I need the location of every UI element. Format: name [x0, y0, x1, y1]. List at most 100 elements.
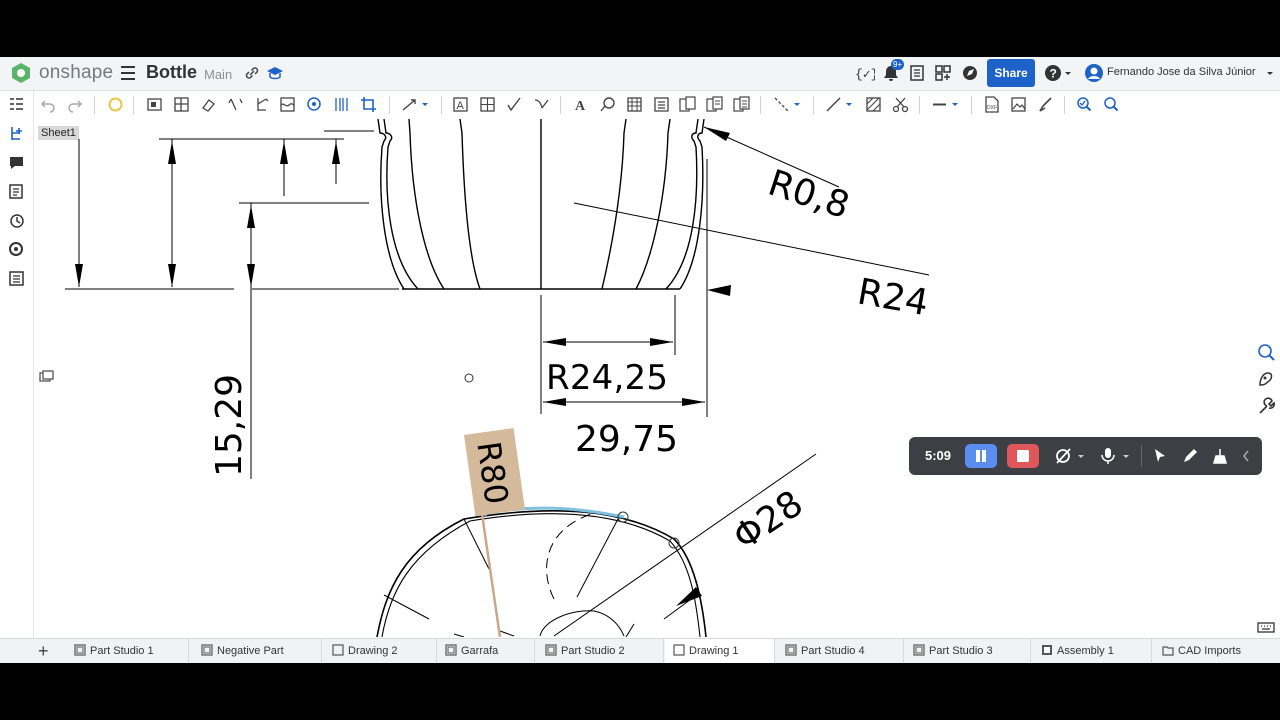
appearance-icon[interactable] — [1256, 369, 1276, 389]
branch-name[interactable]: Main — [204, 67, 232, 82]
check-drawing-icon[interactable] — [1076, 96, 1093, 113]
format-painter-icon[interactable] — [1037, 96, 1054, 113]
pause-button[interactable] — [965, 444, 997, 468]
microphone-chevron-down-icon[interactable] — [1122, 447, 1130, 465]
document-title[interactable]: Bottle — [146, 62, 197, 83]
tab-negative-part[interactable]: Negative Part — [193, 639, 322, 663]
dimension-icon[interactable] — [401, 96, 418, 113]
tab-assembly-1[interactable]: Assembly 1 — [1033, 639, 1152, 663]
pen-icon[interactable] — [1181, 447, 1199, 465]
weld-symbol-icon[interactable] — [533, 96, 550, 113]
dimension-chevron-down-icon[interactable] — [421, 96, 429, 113]
tab-part-studio-1[interactable]: Part Studio 1 — [66, 639, 189, 663]
bom-icon[interactable] — [8, 270, 25, 287]
share-button[interactable]: Share — [987, 59, 1035, 87]
search-tools-icon[interactable] — [8, 241, 25, 258]
add-tab-icon[interactable]: + — [38, 641, 49, 662]
check-icon[interactable] — [1256, 342, 1276, 362]
menu-icon[interactable] — [121, 66, 135, 80]
avatar[interactable] — [1084, 63, 1104, 83]
stop-icon — [1017, 450, 1029, 462]
dim-r08[interactable]: R0,8 — [763, 163, 854, 227]
tab-part-studio-4[interactable]: Part Studio 4 — [777, 639, 904, 663]
table-icon[interactable] — [626, 96, 643, 113]
dim-phi28[interactable]: Φ28 — [726, 483, 810, 558]
release-management-icon[interactable] — [908, 64, 926, 82]
note-icon[interactable]: A — [452, 96, 469, 113]
surface-finish-icon[interactable] — [506, 96, 523, 113]
help-chevron-down-icon[interactable] — [1064, 64, 1072, 82]
hole-table-icon[interactable] — [653, 96, 670, 113]
eraser-broom-icon[interactable] — [1211, 447, 1229, 465]
collapse-chevron-left-icon[interactable] — [1241, 447, 1251, 465]
dim-2975[interactable]: 29,75 — [575, 419, 678, 460]
detail-view-icon[interactable] — [306, 96, 323, 113]
svg-text:?: ? — [1050, 67, 1057, 81]
insert-image-icon[interactable] — [1010, 96, 1027, 113]
top-bar: onshape Bottle Main {✓} 9+ Share ? Ferna… — [0, 57, 1280, 91]
auxiliary-view-icon[interactable] — [200, 96, 217, 113]
dim-r2425[interactable]: R24,25 — [546, 358, 668, 398]
line-style-chevron-down-icon[interactable] — [951, 96, 959, 113]
svg-text:A: A — [575, 99, 586, 113]
wrench-icon[interactable] — [1256, 397, 1276, 417]
learning-rocket-icon[interactable] — [961, 64, 979, 82]
part-studio-icon — [913, 644, 925, 656]
app-store-icon[interactable] — [934, 64, 952, 82]
hatch-icon[interactable] — [865, 96, 882, 113]
undo-icon[interactable] — [40, 96, 57, 113]
section-view-icon[interactable] — [227, 96, 244, 113]
drawing-icon — [673, 644, 685, 656]
comments-icon[interactable] — [8, 154, 25, 171]
camera-off-icon[interactable] — [1054, 447, 1072, 465]
help-icon[interactable]: ? — [1044, 64, 1062, 82]
redo-icon[interactable] — [66, 96, 83, 113]
properties-icon[interactable] — [8, 183, 25, 200]
broken-out-section-icon[interactable] — [279, 96, 296, 113]
user-chevron-down-icon[interactable] — [1266, 64, 1274, 82]
cursor-icon[interactable] — [1151, 447, 1169, 465]
tab-garrafa[interactable]: Garrafa — [437, 639, 535, 663]
dim-1529[interactable]: 15,29 — [209, 374, 250, 477]
centerline-icon[interactable] — [773, 96, 790, 113]
tab-drawing-1[interactable]: Drawing 1 — [665, 639, 775, 663]
aligned-section-icon[interactable] — [254, 96, 271, 113]
feature-list-icon[interactable] — [8, 96, 25, 113]
onshape-logo-icon[interactable] — [10, 62, 32, 84]
revision-table-icon[interactable] — [706, 96, 723, 113]
dim-r24[interactable]: R24 — [854, 271, 931, 324]
crop-view-icon[interactable] — [360, 96, 377, 113]
history-icon[interactable] — [8, 212, 25, 229]
insert-view-icon[interactable] — [146, 96, 163, 113]
variables-icon[interactable]: {✓} — [855, 64, 875, 82]
text-icon[interactable]: A — [572, 96, 589, 113]
link-icon[interactable] — [243, 64, 261, 82]
trim-icon[interactable] — [892, 96, 909, 113]
drawing-canvas[interactable]: R0,8 R24 R24,25 29,75 15,29 R80 Φ28 — [34, 119, 1254, 637]
line-chevron-down-icon[interactable] — [845, 96, 853, 113]
camera-chevron-down-icon[interactable] — [1077, 447, 1085, 465]
tab-drawing-2[interactable]: Drawing 2 — [324, 639, 437, 663]
user-name[interactable]: Fernando Jose da Silva Júnior — [1107, 66, 1256, 78]
break-view-icon[interactable] — [333, 96, 350, 113]
tab-part-studio-3[interactable]: Part Studio 3 — [905, 639, 1031, 663]
centerline-chevron-down-icon[interactable] — [793, 96, 801, 113]
inspect-icon[interactable] — [1103, 96, 1120, 113]
bom-table-icon[interactable] — [679, 96, 696, 113]
keyboard-shortcuts-icon[interactable] — [1256, 617, 1276, 637]
microphone-icon[interactable] — [1099, 447, 1117, 465]
datum-icon[interactable] — [479, 96, 496, 113]
line-style-icon[interactable] — [931, 96, 948, 113]
projected-view-icon[interactable] — [173, 96, 190, 113]
line-icon[interactable] — [825, 96, 842, 113]
export-dxf-icon[interactable]: DXF — [983, 96, 1000, 113]
tab-cad-imports[interactable]: CAD Imports — [1154, 639, 1278, 663]
callout-icon[interactable] — [599, 96, 616, 113]
update-icon[interactable] — [107, 96, 124, 113]
bend-table-icon[interactable] — [733, 96, 750, 113]
brand-name: onshape — [39, 62, 114, 83]
stop-button[interactable] — [1007, 444, 1039, 468]
insert-tree-icon[interactable] — [8, 125, 25, 142]
tab-part-studio-2[interactable]: Part Studio 2 — [537, 639, 664, 663]
learning-center-icon[interactable] — [266, 64, 284, 82]
